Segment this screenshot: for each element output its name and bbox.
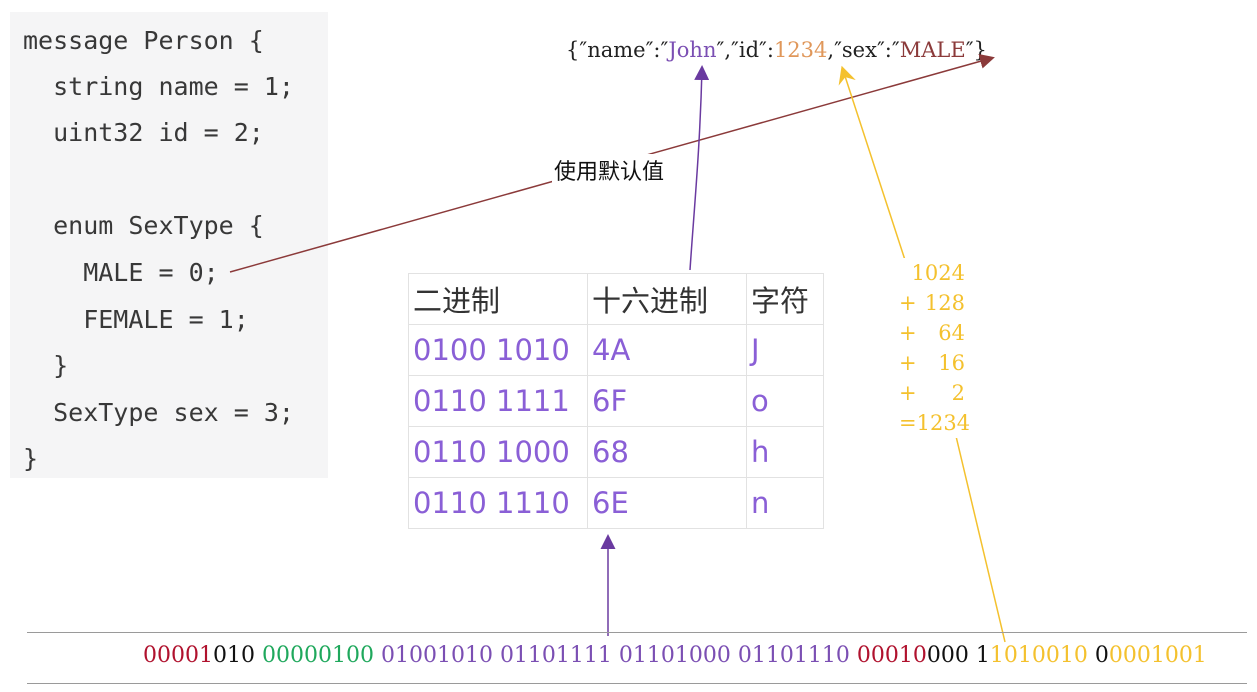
table-row: 0110 1000 68 h: [408, 426, 824, 478]
sum-line: +16: [899, 348, 965, 378]
binary-segment: 1010010: [989, 643, 1095, 668]
binary-segment: 0001001: [1108, 643, 1207, 668]
binary-segment: 00001: [143, 643, 213, 668]
sum-line: +2: [899, 378, 965, 408]
table-cell: 0110 1111: [408, 375, 588, 427]
sum-line: +64: [899, 318, 965, 348]
binary-segment: 00010: [856, 643, 927, 668]
table-cell: o: [746, 375, 824, 427]
name-value-arrow: [689, 65, 710, 271]
binary-encoding: 00001010 00000100 01001010 01101111 0110…: [143, 642, 1207, 670]
binary-segment: 1: [975, 643, 990, 668]
sum-value: 16: [938, 351, 965, 375]
table-cell: 6E: [587, 477, 747, 529]
sum-line: +128: [899, 288, 965, 318]
id-value-arrow: [838, 65, 906, 261]
table-cell: 68: [587, 426, 747, 478]
sum-operator: +: [899, 291, 917, 315]
sum-value: 1234: [916, 411, 971, 435]
sum-operator: =: [899, 411, 917, 435]
sum-operator: +: [899, 381, 917, 405]
binary-segment: 010: [213, 643, 262, 668]
sum-operator: +: [899, 321, 917, 345]
sum-value: 128: [924, 291, 965, 315]
sum-line: 1024: [899, 258, 965, 288]
table-cell: n: [746, 477, 824, 529]
table-cell: 0110 1110: [408, 477, 588, 529]
divider-line: [27, 632, 1247, 633]
table-cell: h: [746, 426, 824, 478]
table-header: 字符: [746, 273, 824, 325]
table-header: 二进制: [408, 273, 588, 325]
table-header-row: 二进制 十六进制 字符: [408, 273, 824, 325]
divider-line: [27, 683, 1247, 684]
sum-to-binary-line: [954, 431, 1006, 643]
table-row: 0110 1110 6E n: [408, 477, 824, 529]
binary-segment: 00000100: [261, 643, 381, 668]
sum-value: 64: [938, 321, 965, 345]
table-cell: J: [746, 324, 824, 376]
encoding-table: 二进制 十六进制 字符 0100 1010 4A J 0110 1111 6F …: [408, 273, 824, 529]
default-value-label: 使用默认值: [552, 154, 667, 186]
binary-segment: 01001010 01101111 01101000 01101110: [380, 643, 857, 668]
sum-calculation: 1024 +128 +64 +16 +2 = 1234: [899, 258, 970, 438]
table-row: 0100 1010 4A J: [408, 324, 824, 376]
binary-segment: 000: [926, 643, 976, 668]
table-cell: 0110 1000: [408, 426, 588, 478]
table-row: 0110 1111 6F o: [408, 375, 824, 427]
sum-value: 2: [951, 381, 965, 405]
binary-segment: 0: [1094, 643, 1109, 668]
table-cell: 0100 1010: [408, 324, 588, 376]
sum-value: 1024: [911, 261, 965, 285]
sum-operator: +: [899, 351, 917, 375]
table-cell: 4A: [587, 324, 747, 376]
table-cell: 6F: [587, 375, 747, 427]
table-header: 十六进制: [587, 273, 747, 325]
sum-line: = 1234: [899, 408, 970, 438]
